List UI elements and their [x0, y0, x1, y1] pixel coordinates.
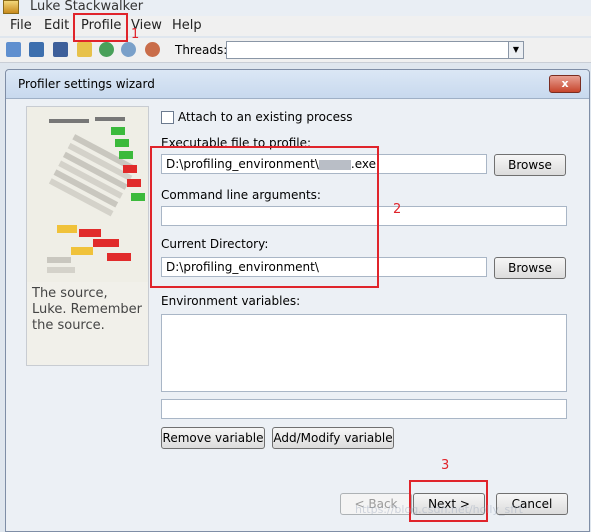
dir-label: Current Directory: — [161, 237, 269, 251]
exe-field[interactable]: D:\profiling_environment\ .exe — [161, 154, 487, 174]
env-label: Environment variables: — [161, 294, 301, 308]
dialog-titlebar: Profiler settings wizard x — [6, 70, 589, 99]
menu-file[interactable]: File — [10, 18, 32, 33]
save-as-icon[interactable] — [53, 42, 68, 57]
run-icon[interactable] — [99, 42, 114, 57]
annotation-number-3: 3 — [441, 458, 450, 473]
exe-value-prefix: D:\profiling_environment\ — [166, 157, 319, 171]
close-button[interactable]: x — [549, 75, 581, 93]
wizard-side-image: The source, Luke. Remember the source. — [26, 106, 149, 366]
save-icon[interactable] — [29, 42, 44, 57]
threads-label: Threads: — [175, 43, 228, 57]
annotation-number-2: 2 — [393, 202, 402, 217]
browse-exe-button[interactable]: Browse — [494, 154, 566, 176]
profiler-settings-dialog: Profiler settings wizard x The source, L… — [5, 69, 590, 532]
env-input[interactable] — [161, 399, 567, 419]
toolbar: Threads: ▼ — [0, 38, 591, 63]
open-icon[interactable] — [6, 42, 21, 57]
annotation-number-1: 1 — [131, 27, 140, 42]
attach-checkbox[interactable] — [161, 111, 174, 124]
chevron-down-icon[interactable]: ▼ — [508, 42, 523, 58]
exe-value-suffix: .exe — [350, 157, 376, 171]
profiler-illustration — [27, 107, 148, 282]
menu-profile[interactable]: Profile — [81, 18, 121, 33]
app-title: Luke Stackwalker — [30, 0, 144, 14]
args-field[interactable] — [161, 206, 567, 226]
args-label: Command line arguments: — [161, 188, 321, 202]
app-icon — [3, 0, 19, 14]
menu-help[interactable]: Help — [172, 18, 202, 33]
zoom-in-icon[interactable] — [121, 42, 136, 57]
redacted-name — [318, 159, 351, 170]
dialog-title: Profiler settings wizard — [18, 77, 155, 91]
add-modify-variable-button[interactable]: Add/Modify variable — [272, 427, 394, 449]
menu-edit[interactable]: Edit — [44, 18, 69, 33]
menubar: File Edit Profile View Help — [0, 16, 591, 36]
window-titlebar: Luke Stackwalker — [0, 0, 591, 16]
threads-select[interactable]: ▼ — [226, 41, 524, 59]
exe-label: Executable file to profile: — [161, 136, 312, 150]
env-list[interactable] — [161, 314, 567, 392]
dir-field[interactable]: D:\profiling_environment\ — [161, 257, 487, 277]
remove-variable-button[interactable]: Remove variable — [161, 427, 265, 449]
watermark: https://blog.csdn.net/holly_sfrt — [355, 503, 523, 516]
zoom-out-icon[interactable] — [145, 42, 160, 57]
wizard-tagline: The source, Luke. Remember the source. — [32, 286, 142, 333]
settings-icon[interactable] — [77, 42, 92, 57]
attach-label: Attach to an existing process — [178, 110, 353, 124]
browse-dir-button[interactable]: Browse — [494, 257, 566, 279]
